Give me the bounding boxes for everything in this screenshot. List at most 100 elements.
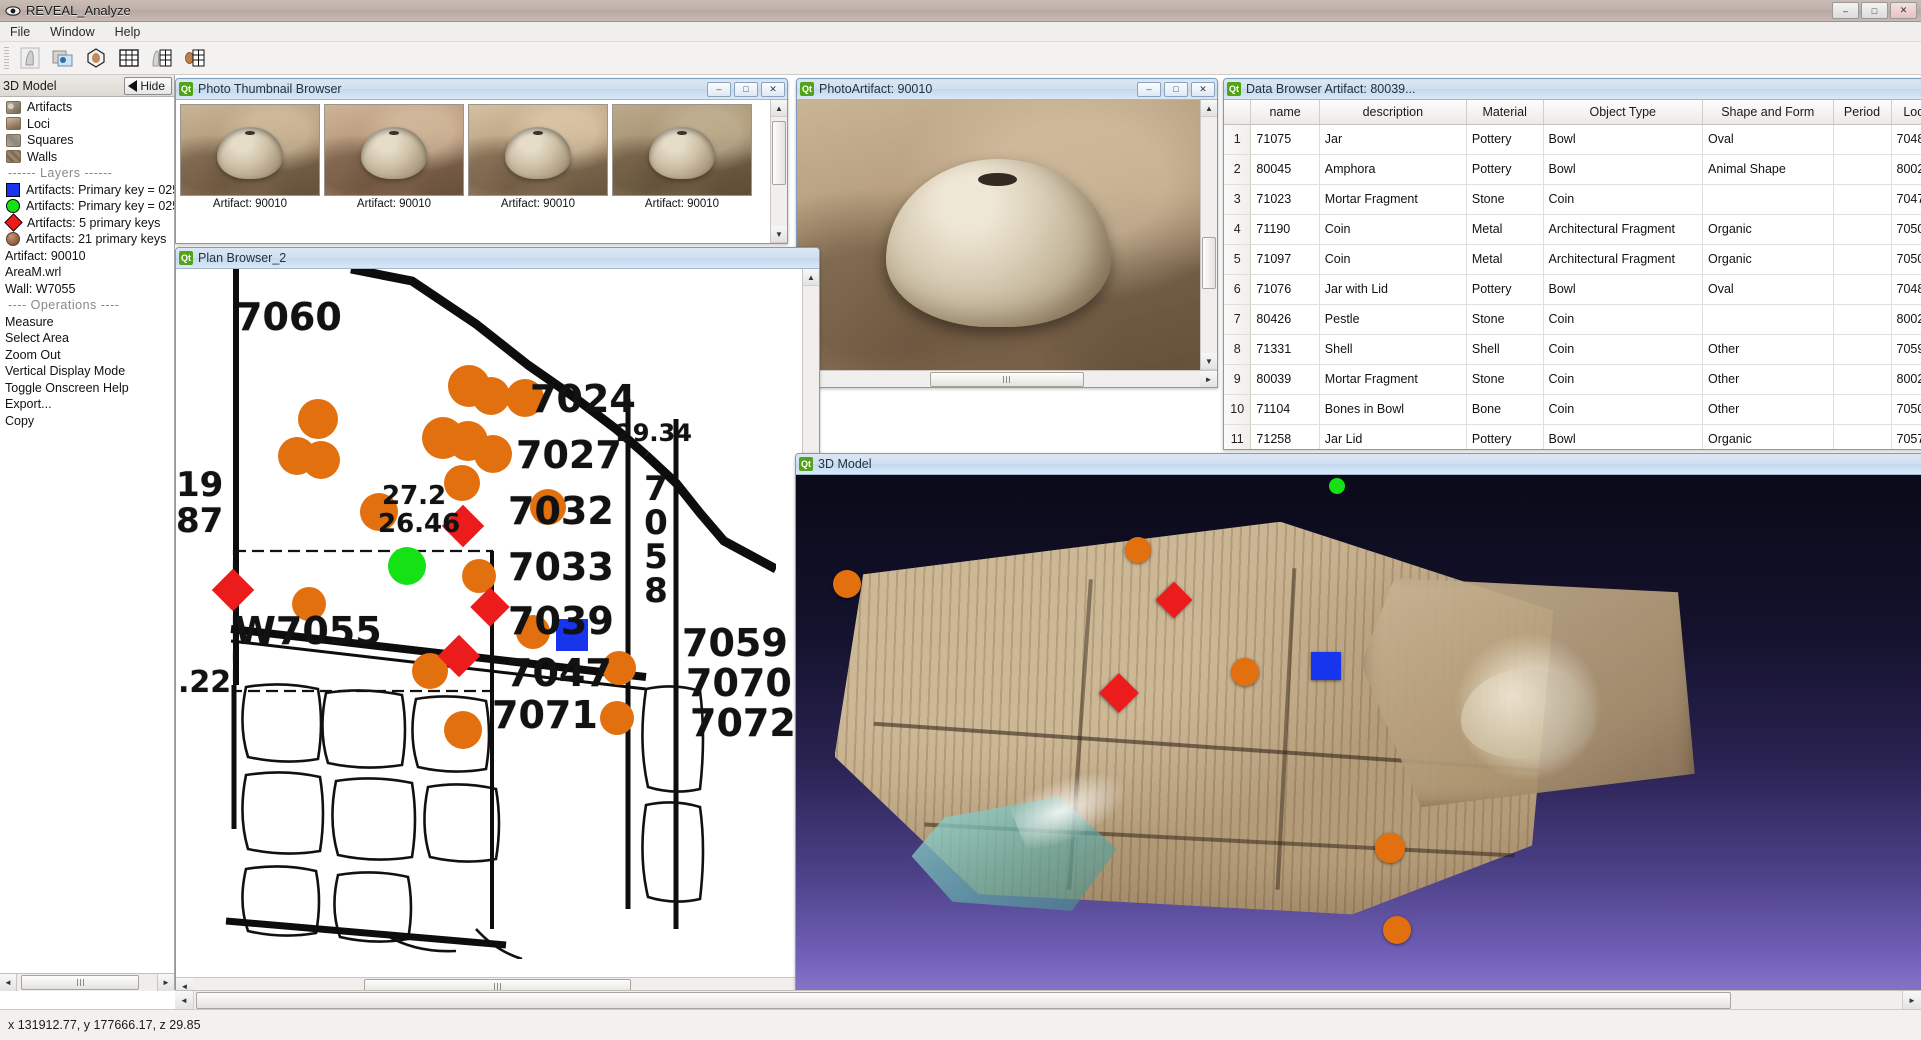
artifact-marker-circle[interactable] bbox=[472, 377, 510, 415]
column-header-period[interactable]: Period bbox=[1833, 100, 1891, 124]
artifact-marker-circle[interactable] bbox=[302, 441, 340, 479]
sidebar-hide-button[interactable]: Hide bbox=[124, 77, 172, 95]
photo-scroll-track[interactable] bbox=[1201, 117, 1217, 353]
column-header-name[interactable]: name bbox=[1251, 100, 1319, 124]
scroll-left-icon[interactable]: ◄ bbox=[176, 978, 193, 991]
photo-hscroll-track[interactable] bbox=[814, 371, 1200, 388]
thumbnail-scroll-track[interactable] bbox=[771, 117, 787, 226]
data-browser-titlebar[interactable]: Qt Data Browser Artifact: 80039... bbox=[1224, 79, 1921, 100]
thumbnail-browser-restore-button[interactable]: □ bbox=[734, 82, 758, 97]
thumbnail-vertical-scrollbar[interactable]: ▲ ▼ bbox=[770, 100, 787, 243]
selected-artifact-marker-green[interactable] bbox=[1329, 478, 1345, 494]
photo-hscroll-thumb[interactable] bbox=[930, 372, 1084, 387]
artifact-table-tool[interactable] bbox=[147, 45, 176, 72]
plan-browser-titlebar[interactable]: Qt Plan Browser_2 bbox=[176, 248, 819, 269]
window-minimize-button[interactable]: – bbox=[1832, 2, 1859, 19]
column-header-shape-and-form[interactable]: Shape and Form bbox=[1703, 100, 1834, 124]
artifact-marker-circle[interactable] bbox=[298, 399, 338, 439]
sidebar-selection-wall[interactable]: Wall: W7055 bbox=[0, 281, 174, 298]
scroll-left-icon[interactable]: ◄ bbox=[175, 991, 194, 1010]
scroll-right-icon[interactable]: ► bbox=[1200, 371, 1217, 388]
operation-toggle-onscreen-help[interactable]: Toggle Onscreen Help bbox=[0, 380, 174, 397]
artifact-photo-tool[interactable] bbox=[15, 45, 44, 72]
column-header-index[interactable] bbox=[1224, 100, 1251, 124]
column-header-locus[interactable]: Locus bbox=[1891, 100, 1921, 124]
thumbnail-item[interactable]: Artifact: 90010 bbox=[468, 104, 608, 243]
column-header-description[interactable]: description bbox=[1319, 100, 1466, 124]
3d-model-titlebar[interactable]: Qt 3D Model – □ ✕ bbox=[796, 454, 1921, 475]
photo-artifact-close-button[interactable]: ✕ bbox=[1191, 82, 1215, 97]
photo-horizontal-scrollbar[interactable]: ◄ ► bbox=[797, 370, 1217, 387]
operation-export[interactable]: Export... bbox=[0, 396, 174, 413]
artifact-marker-circle[interactable] bbox=[1125, 537, 1151, 563]
selected-artifact-marker-green[interactable] bbox=[388, 547, 426, 585]
photo-artifact-image[interactable] bbox=[797, 100, 1200, 370]
scroll-down-icon[interactable]: ▼ bbox=[1201, 353, 1217, 370]
scroll-right-icon[interactable]: ► bbox=[157, 974, 174, 991]
sidebar-item-artifacts[interactable]: Artifacts bbox=[0, 99, 174, 116]
workspace-scroll-thumb[interactable] bbox=[196, 992, 1731, 1009]
thumbnail-item[interactable]: Artifact: 90010 bbox=[612, 104, 752, 243]
operation-select-area[interactable]: Select Area bbox=[0, 330, 174, 347]
scroll-up-icon[interactable]: ▲ bbox=[1201, 100, 1217, 117]
artifact-marker-circle[interactable] bbox=[1375, 833, 1405, 863]
sidebar-horizontal-scrollbar[interactable]: ◄ ► bbox=[0, 973, 174, 990]
scroll-up-icon[interactable]: ▲ bbox=[803, 269, 819, 286]
selected-artifact-marker-blue[interactable] bbox=[1311, 652, 1341, 680]
menu-help[interactable]: Help bbox=[105, 23, 151, 41]
column-header-object-type[interactable]: Object Type bbox=[1543, 100, 1703, 124]
operation-zoom-out[interactable]: Zoom Out bbox=[0, 347, 174, 364]
table-row[interactable]: 10 71104 Bones in Bowl Bone Coin Other 7… bbox=[1224, 394, 1921, 424]
window-maximize-button[interactable]: □ bbox=[1861, 2, 1888, 19]
thumbnail-item[interactable]: Artifact: 90010 bbox=[180, 104, 320, 243]
3d-model-tool[interactable] bbox=[81, 45, 110, 72]
table-row[interactable]: 4 71190 Coin Metal Architectural Fragmen… bbox=[1224, 214, 1921, 244]
plan-hscroll-track[interactable] bbox=[193, 978, 802, 991]
photo-scroll-thumb[interactable] bbox=[1202, 237, 1216, 289]
table-row[interactable]: 7 80426 Pestle Stone Coin 8002 M-D2 M bbox=[1224, 304, 1921, 334]
artifact-marker-circle[interactable] bbox=[600, 701, 634, 735]
column-header-material[interactable]: Material bbox=[1466, 100, 1543, 124]
artifact-marker-circle[interactable] bbox=[1383, 916, 1411, 944]
table-row[interactable]: 3 71023 Mortar Fragment Stone Coin 7047 … bbox=[1224, 184, 1921, 214]
table-row[interactable]: 1 71075 Jar Pottery Bowl Oval 7048 M-D2 … bbox=[1224, 124, 1921, 154]
scroll-left-icon[interactable]: ◄ bbox=[0, 974, 17, 991]
plan-hscroll-thumb[interactable] bbox=[364, 979, 632, 991]
table-row[interactable]: 8 71331 Shell Shell Coin Other 7059 M-D2… bbox=[1224, 334, 1921, 364]
thumbnail-image[interactable] bbox=[468, 104, 608, 196]
scroll-down-icon[interactable]: ▼ bbox=[771, 226, 787, 243]
artifact-marker-circle[interactable] bbox=[444, 465, 480, 501]
artifact-marker-circle[interactable] bbox=[474, 435, 512, 473]
artifact-marker-circle[interactable] bbox=[833, 570, 861, 598]
3d-viewport[interactable] bbox=[796, 475, 1921, 990]
toolbar-drag-handle[interactable] bbox=[4, 47, 9, 69]
data-table-tool[interactable] bbox=[114, 45, 143, 72]
workspace-scroll-track[interactable] bbox=[194, 991, 1902, 1010]
layer-artifacts-primary-key-green[interactable]: Artifacts: Primary key = 025 bbox=[0, 198, 174, 215]
operation-copy[interactable]: Copy bbox=[0, 413, 174, 430]
operation-measure[interactable]: Measure bbox=[0, 314, 174, 331]
thumbnail-browser-minimize-button[interactable]: – bbox=[707, 82, 731, 97]
thumbnail-image[interactable] bbox=[612, 104, 752, 196]
table-row[interactable]: 11 71258 Jar Lid Pottery Bowl Organic 70… bbox=[1224, 424, 1921, 449]
table-row[interactable]: 6 71076 Jar with Lid Pottery Bowl Oval 7… bbox=[1224, 274, 1921, 304]
thumbnail-item[interactable]: Artifact: 90010 bbox=[324, 104, 464, 243]
layer-artifacts-primary-key-blue[interactable]: Artifacts: Primary key = 025 bbox=[0, 182, 174, 199]
operation-vertical-display-mode[interactable]: Vertical Display Mode bbox=[0, 363, 174, 380]
plan-horizontal-scrollbar[interactable]: ◄ ► bbox=[176, 977, 819, 990]
menu-window[interactable]: Window bbox=[40, 23, 104, 41]
table-row[interactable]: 9 80039 Mortar Fragment Stone Coin Other… bbox=[1224, 364, 1921, 394]
photo-vertical-scrollbar[interactable]: ▲ ▼ bbox=[1200, 100, 1217, 370]
photo-browser-tool[interactable] bbox=[48, 45, 77, 72]
photo-artifact-titlebar[interactable]: Qt PhotoArtifact: 90010 – □ ✕ bbox=[797, 79, 1217, 100]
table-row[interactable]: 2 80045 Amphora Pottery Bowl Animal Shap… bbox=[1224, 154, 1921, 184]
window-close-button[interactable]: ✕ bbox=[1890, 2, 1917, 19]
table-row[interactable]: 5 71097 Coin Metal Architectural Fragmen… bbox=[1224, 244, 1921, 274]
thumbnail-image[interactable] bbox=[324, 104, 464, 196]
sidebar-item-loci[interactable]: Loci bbox=[0, 116, 174, 133]
thumbnail-image[interactable] bbox=[180, 104, 320, 196]
plan-map-canvas[interactable]: 7060 19 87 7024 7027 27.2 26.46 7032 703… bbox=[176, 269, 802, 977]
scroll-up-icon[interactable]: ▲ bbox=[771, 100, 787, 117]
sidebar-scroll-thumb[interactable] bbox=[21, 975, 139, 990]
thumbnail-browser-titlebar[interactable]: Qt Photo Thumbnail Browser – □ ✕ bbox=[176, 79, 787, 100]
